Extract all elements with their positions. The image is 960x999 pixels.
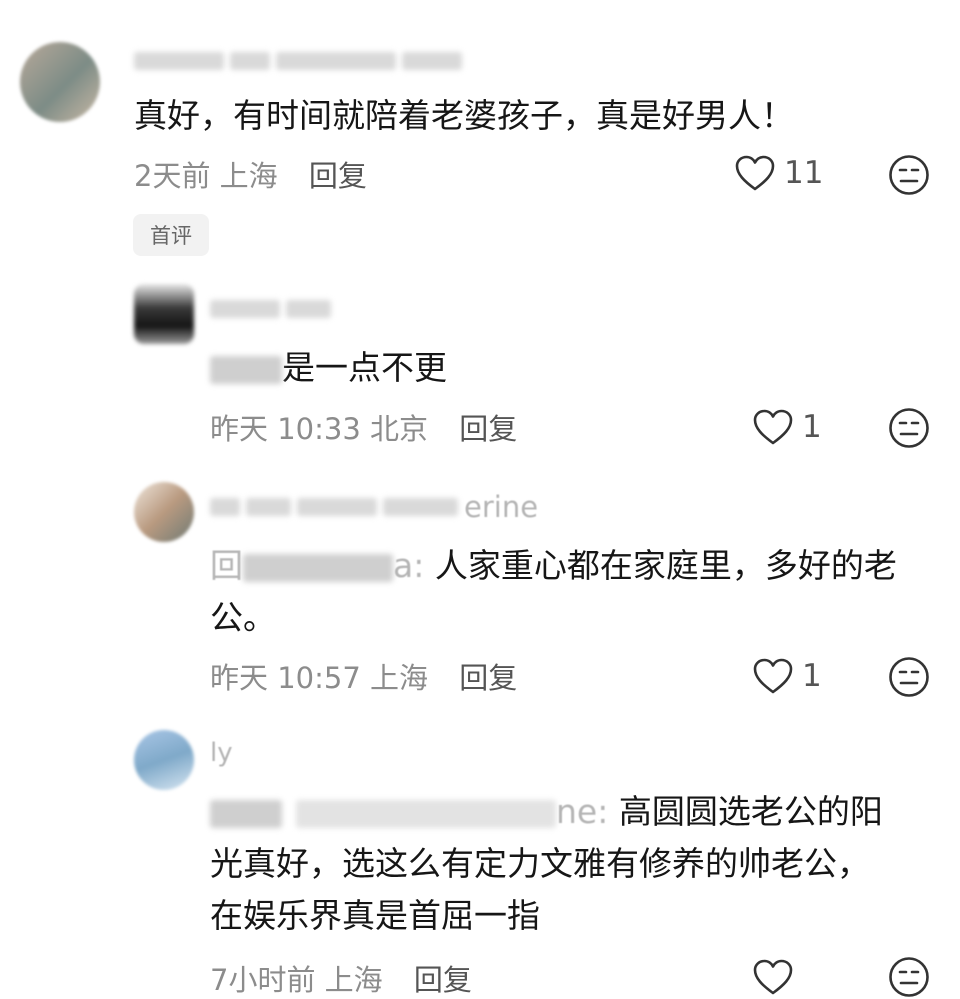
- avatar[interactable]: [134, 482, 194, 542]
- avatar[interactable]: [134, 730, 194, 790]
- comment-location: 上海: [324, 963, 383, 997]
- like-button[interactable]: 1: [752, 657, 822, 695]
- like-button[interactable]: [752, 958, 802, 996]
- comment-text: 是一点不更: [210, 342, 447, 394]
- comment-location: 北京: [370, 412, 429, 446]
- meh-face-icon[interactable]: [888, 956, 930, 998]
- meh-face-icon[interactable]: [888, 656, 930, 698]
- username-blurred[interactable]: ly: [210, 738, 233, 768]
- meh-face-icon[interactable]: [888, 154, 930, 196]
- reply-button[interactable]: 回复: [459, 661, 517, 695]
- heart-outline-icon: [735, 155, 775, 191]
- comment-text: 回 a: 人家重心都在家庭里，多好的老 公。: [210, 546, 897, 637]
- like-count: 11: [784, 155, 824, 191]
- comment-time: 7小时前: [210, 963, 316, 997]
- username-blurred[interactable]: erine: [210, 490, 538, 524]
- comment-time: 2天前: [134, 159, 211, 193]
- first-comment-badge: 首评: [133, 214, 209, 256]
- like-button[interactable]: 11: [734, 154, 823, 192]
- meh-face-icon[interactable]: [888, 407, 930, 449]
- comment-location: 上海: [219, 159, 278, 193]
- comment-location: 上海: [370, 661, 429, 695]
- comment-meta: 7小时前 上海 回复: [210, 957, 472, 999]
- comment-meta: 2天前 上海 回复: [134, 153, 367, 195]
- username-fragment: ly: [210, 738, 233, 768]
- reply-button[interactable]: 回复: [459, 412, 517, 446]
- reply-button[interactable]: 回复: [309, 159, 367, 193]
- comment-time: 昨天 10:33: [210, 412, 361, 446]
- reply-button[interactable]: 回复: [414, 963, 472, 997]
- heart-outline-icon: [753, 959, 793, 995]
- like-button[interactable]: 1: [752, 408, 822, 446]
- like-count: 1: [802, 409, 822, 445]
- comment-time: 昨天 10:57: [210, 661, 361, 695]
- blurred-mention: [243, 553, 393, 582]
- avatar[interactable]: [20, 42, 100, 122]
- comment-text: 真好，有时间就陪着老婆孩子，真是好男人！: [134, 96, 794, 135]
- blurred-mention: [210, 799, 282, 828]
- comment-meta: 昨天 10:57 上海 回复: [210, 655, 517, 697]
- heart-outline-icon: [753, 409, 793, 445]
- like-count: 1: [802, 658, 822, 694]
- comment-meta: 昨天 10:33 北京 回复: [210, 406, 517, 448]
- blurred-mention: [210, 355, 282, 384]
- heart-outline-icon: [753, 658, 793, 694]
- username-fragment: erine: [464, 490, 539, 524]
- comment-text: ne: 高圆圆选老公的阳 光真好，选这么有定力文雅有修养的帅老公， 在娱乐界真是…: [210, 792, 883, 935]
- avatar[interactable]: [134, 284, 194, 344]
- username-blurred[interactable]: [210, 300, 331, 318]
- username-blurred[interactable]: [134, 52, 462, 70]
